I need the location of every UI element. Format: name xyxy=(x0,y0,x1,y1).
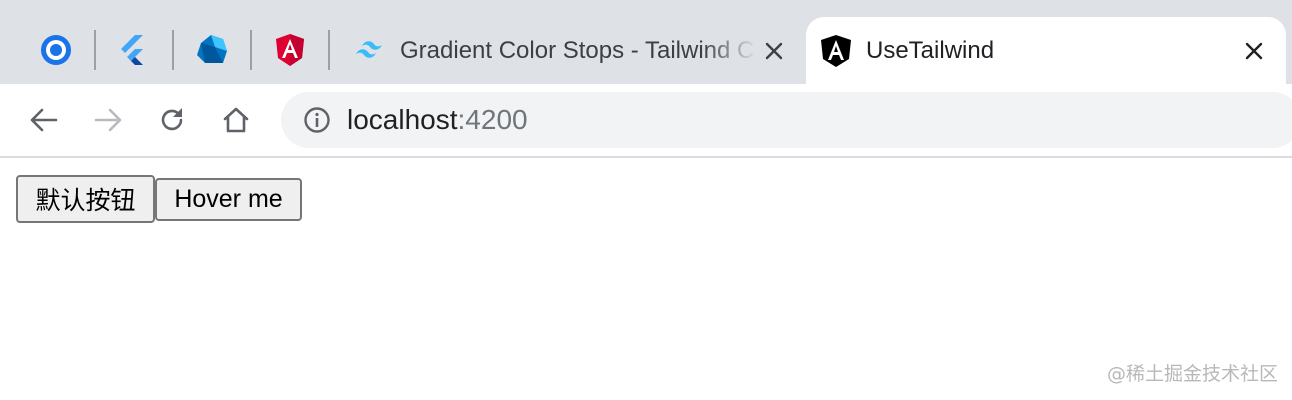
tab-usetailwind[interactable]: UseTailwind xyxy=(806,17,1286,84)
close-icon[interactable] xyxy=(756,33,792,69)
tab-title: Gradient Color Stops - Tailwind CSS xyxy=(400,36,756,64)
browser-toolbar: localhost:4200 xyxy=(0,84,1292,158)
angular-icon xyxy=(276,34,304,66)
reload-button[interactable] xyxy=(152,100,192,140)
pinned-tab-record[interactable] xyxy=(36,30,76,70)
tab-strip: Gradient Color Stops - Tailwind CSS UseT… xyxy=(0,0,1292,84)
watermark: @稀土掘金技术社区 xyxy=(1106,363,1278,385)
reload-icon xyxy=(161,108,183,131)
info-icon[interactable] xyxy=(301,104,333,136)
default-button[interactable]: 默认按钮 xyxy=(16,175,155,223)
tab-separator xyxy=(172,30,174,70)
pinned-tab-angular[interactable] xyxy=(270,30,310,70)
flutter-icon xyxy=(121,35,143,65)
back-button[interactable] xyxy=(24,100,64,140)
forward-button[interactable] xyxy=(88,100,128,140)
tab-tailwind-docs[interactable]: Gradient Color Stops - Tailwind CSS xyxy=(340,17,806,84)
pinned-tab-flutter[interactable] xyxy=(113,30,153,70)
url-port: :4200 xyxy=(457,104,528,135)
browser-window: Gradient Color Stops - Tailwind CSS UseT… xyxy=(0,0,1292,400)
address-bar[interactable]: localhost:4200 xyxy=(281,92,1292,148)
pinned-tab-dart[interactable] xyxy=(192,30,232,70)
url-host: localhost xyxy=(347,104,458,135)
page-content: 默认按钮 Hover me @稀土掘金技术社区 xyxy=(0,158,1292,400)
arrow-right-icon xyxy=(94,108,122,132)
record-icon xyxy=(41,35,71,65)
tab-separator xyxy=(328,30,330,70)
tab-separator xyxy=(94,30,96,70)
arrow-left-icon xyxy=(30,108,58,132)
url-text: localhost:4200 xyxy=(347,104,528,136)
hover-me-button[interactable]: Hover me xyxy=(155,178,302,221)
angular-black-icon xyxy=(818,33,854,69)
tab-separator xyxy=(250,30,252,70)
home-icon xyxy=(223,107,249,133)
tailwind-icon xyxy=(352,33,388,69)
dart-icon xyxy=(197,35,227,63)
close-icon[interactable] xyxy=(1236,33,1272,69)
home-button[interactable] xyxy=(216,100,256,140)
tab-title: UseTailwind xyxy=(866,36,995,64)
